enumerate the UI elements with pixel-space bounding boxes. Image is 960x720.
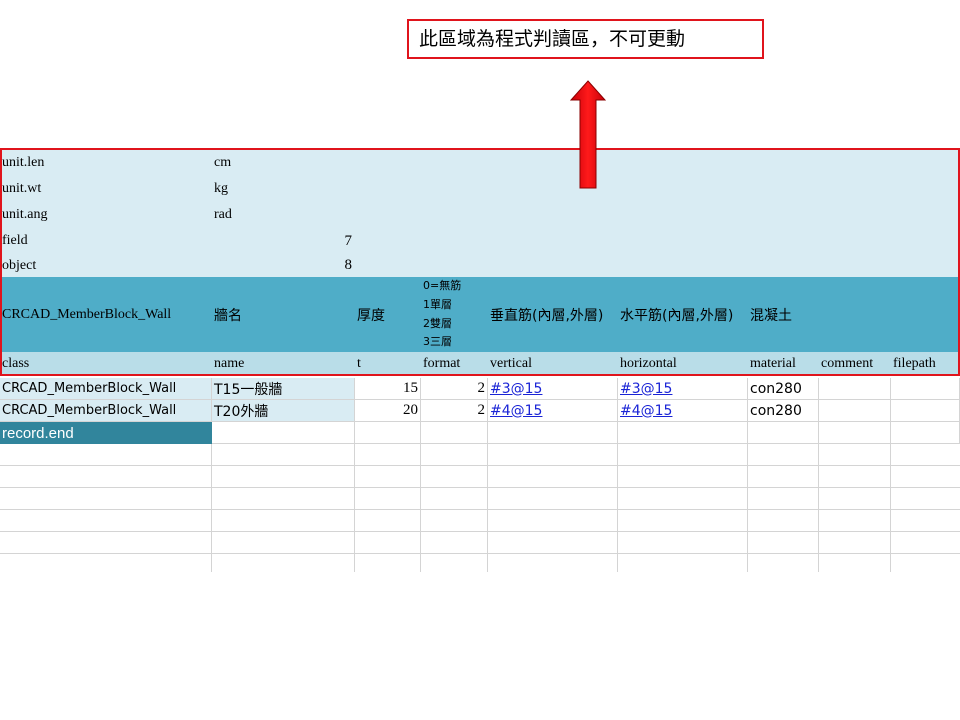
record-class[interactable]: CRCAD_MemberBlock_Wall: [0, 378, 212, 400]
up-arrow-icon: [570, 80, 606, 189]
meta-row-object: object 8: [0, 254, 960, 277]
header-material[interactable]: material: [748, 352, 819, 376]
record-vertical[interactable]: #3@15: [488, 378, 618, 400]
record-class[interactable]: CRCAD_MemberBlock_Wall: [0, 400, 212, 422]
record-horizontal[interactable]: #4@15: [618, 400, 748, 422]
header-row-cn: CRCAD_MemberBlock_Wall 牆名 厚度 0=無筋 1單層 2雙…: [0, 277, 960, 352]
format-line: 3三層: [423, 335, 452, 348]
record-filepath[interactable]: [891, 400, 960, 422]
format-line: 1單層: [423, 298, 452, 311]
vertical-link[interactable]: #3@15: [490, 381, 542, 397]
header-material-cn[interactable]: 混凝土: [748, 277, 820, 352]
header-vertical-cn[interactable]: 垂直筋(內層,外層): [488, 277, 618, 352]
format-line: 2雙層: [423, 317, 452, 330]
header-t[interactable]: t: [355, 352, 421, 376]
header-t-cn[interactable]: 厚度: [355, 277, 421, 352]
empty-cell[interactable]: [355, 422, 421, 444]
record-t[interactable]: 15: [355, 378, 421, 400]
header-format[interactable]: format: [421, 352, 488, 376]
header-comment[interactable]: comment: [819, 352, 891, 376]
empty-cell[interactable]: [618, 422, 748, 444]
record-format[interactable]: 2: [421, 400, 488, 422]
record-end-cell[interactable]: record.end: [0, 422, 212, 444]
record-horizontal[interactable]: #3@15: [618, 378, 748, 400]
header-filepath[interactable]: filepath: [891, 352, 960, 376]
warning-callout: 此區域為程式判讀區，不可更動: [407, 19, 764, 59]
header-horizontal[interactable]: horizontal: [618, 352, 748, 376]
header-row-en: class name t format vertical horizontal …: [0, 352, 960, 376]
table-row: CRCAD_MemberBlock_Wall T20外牆 20 2 #4@15 …: [0, 400, 960, 422]
table-row-end: record.end: [0, 422, 960, 444]
header-name-cn[interactable]: 牆名: [212, 277, 355, 352]
meta-num[interactable]: [290, 176, 354, 202]
vertical-link[interactable]: #4@15: [490, 403, 542, 419]
meta-num[interactable]: [290, 150, 354, 176]
record-filepath[interactable]: [891, 378, 960, 400]
horizontal-link[interactable]: #3@15: [620, 381, 672, 397]
header-class-cn[interactable]: CRCAD_MemberBlock_Wall: [0, 277, 212, 352]
record-t[interactable]: 20: [355, 400, 421, 422]
meta-row-unit-len: unit.len cm: [0, 150, 960, 176]
record-format[interactable]: 2: [421, 378, 488, 400]
spreadsheet: unit.len cm unit.wt kg unit.ang rad fiel…: [0, 0, 960, 720]
header-horizontal-cn[interactable]: 水平筋(內層,外層): [618, 277, 748, 352]
empty-cell[interactable]: [212, 422, 355, 444]
record-vertical[interactable]: #4@15: [488, 400, 618, 422]
table-row: CRCAD_MemberBlock_Wall T15一般牆 15 2 #3@15…: [0, 378, 960, 400]
record-material[interactable]: con280: [748, 400, 819, 422]
record-name[interactable]: T15一般牆: [212, 378, 355, 400]
meta-key[interactable]: unit.len: [0, 150, 212, 176]
meta-num[interactable]: 7: [290, 228, 354, 254]
meta-num[interactable]: [290, 202, 354, 228]
record-comment[interactable]: [819, 400, 891, 422]
header-class[interactable]: class: [0, 352, 212, 376]
meta-row-unit-ang: unit.ang rad: [0, 202, 960, 228]
record-name[interactable]: T20外牆: [212, 400, 355, 422]
meta-key[interactable]: unit.wt: [0, 176, 212, 202]
meta-key[interactable]: object: [0, 254, 212, 277]
record-material[interactable]: con280: [748, 378, 819, 400]
horizontal-link[interactable]: #4@15: [620, 403, 672, 419]
format-line: 0=無筋: [423, 279, 462, 292]
meta-key[interactable]: field: [0, 228, 212, 254]
header-format-cn[interactable]: 0=無筋 1單層 2雙層 3三層: [421, 277, 488, 352]
header-vertical[interactable]: vertical: [488, 352, 618, 376]
empty-cell[interactable]: [891, 422, 960, 444]
meta-row-field: field 7: [0, 228, 960, 254]
header-name[interactable]: name: [212, 352, 355, 376]
meta-key[interactable]: unit.ang: [0, 202, 212, 228]
record-comment[interactable]: [819, 378, 891, 400]
meta-num[interactable]: 8: [290, 254, 354, 277]
empty-cell[interactable]: [819, 422, 891, 444]
empty-cell[interactable]: [421, 422, 488, 444]
meta-row-unit-wt: unit.wt kg: [0, 176, 960, 202]
empty-cell[interactable]: [488, 422, 618, 444]
empty-grid: [0, 444, 960, 572]
empty-cell[interactable]: [748, 422, 819, 444]
